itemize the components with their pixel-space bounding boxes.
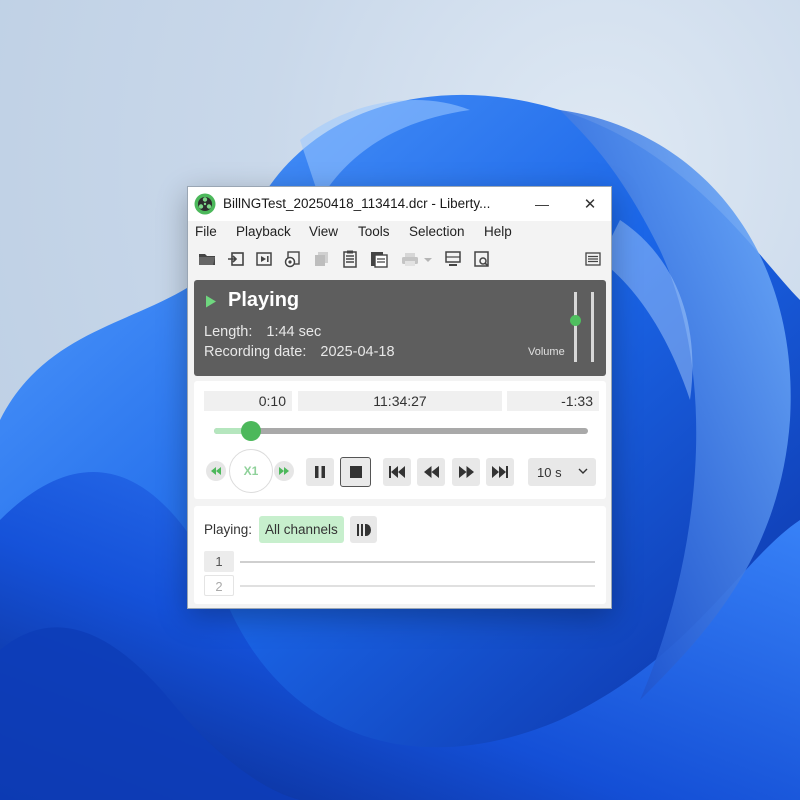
playback-state: Playing (228, 289, 300, 311)
length-info: Length: 1:44 sec (204, 324, 321, 340)
menu-view[interactable]: View (309, 224, 338, 239)
speed-up-button[interactable] (274, 461, 294, 481)
length-label: Length: (204, 324, 253, 340)
rewind-button[interactable] (417, 458, 445, 486)
channel-2-button[interactable]: 2 (204, 575, 234, 596)
app-logo-icon (194, 193, 216, 215)
clock-time: 11:34:27 (298, 391, 502, 411)
speed-down-button[interactable] (206, 461, 226, 481)
channel-1-button[interactable]: 1 (204, 551, 234, 572)
volume-slider[interactable] (574, 292, 577, 362)
forward-small-icon (279, 467, 289, 475)
pause-button[interactable] (306, 458, 334, 486)
title-bar[interactable]: BillNGTest_20250418_113414.dcr - Liberty… (188, 187, 611, 221)
channel-panel: Playing: All channels 1 2 (194, 506, 606, 604)
step-size-value: 10 s (537, 464, 562, 480)
volume-slider-handle[interactable] (570, 314, 581, 326)
toolbar (188, 245, 611, 273)
seek-slider-handle[interactable] (241, 421, 262, 441)
monitor-icon[interactable] (443, 249, 463, 269)
speed-dial[interactable]: X1 (229, 449, 273, 493)
seek-slider[interactable] (214, 421, 588, 441)
playing-label: Playing: (204, 522, 253, 537)
all-channels-button[interactable]: All channels (259, 516, 344, 543)
app-window: BillNGTest_20250418_113414.dcr - Liberty… (187, 186, 612, 609)
files-icon[interactable] (369, 249, 389, 269)
copy-icon[interactable] (312, 249, 332, 269)
skip-back-icon (389, 466, 405, 478)
status-panel: Playing Length: 1:44 sec Recording date: 2… (194, 280, 606, 376)
window-title: BillNGTest_20250418_113414.dcr - Liberty… (223, 196, 491, 211)
skip-forward-icon (492, 466, 508, 478)
skip-to-end-button[interactable] (486, 458, 514, 486)
import-icon[interactable] (226, 249, 246, 269)
dropdown-icon[interactable] (421, 249, 435, 269)
minimize-button[interactable]: — (520, 187, 564, 221)
search-document-icon[interactable] (472, 249, 492, 269)
fast-forward-icon (458, 466, 474, 478)
minimize-icon: — (535, 196, 549, 212)
play-state-icon (206, 295, 216, 308)
menu-help[interactable]: Help (484, 224, 512, 239)
close-button[interactable]: ✕ (568, 187, 612, 221)
channel-split-icon (356, 523, 371, 536)
hamburger-menu-icon[interactable] (583, 249, 603, 269)
remaining-time: -1:33 (507, 391, 599, 411)
volume-label: Volume (528, 346, 565, 358)
print-icon[interactable] (400, 249, 420, 269)
channel-mode-button[interactable] (350, 516, 377, 543)
recording-date-value: 2025-04-18 (320, 344, 395, 360)
close-icon: ✕ (583, 196, 597, 213)
step-size-select[interactable]: 10 s (528, 458, 596, 486)
recording-date-info: Recording date: 2025-04-18 (204, 344, 395, 360)
channel-2-track (240, 585, 595, 587)
length-value: 1:44 sec (266, 324, 322, 340)
stop-button[interactable] (340, 457, 371, 487)
menu-file[interactable]: File (195, 224, 217, 239)
channel-1-track (240, 561, 595, 563)
menu-playback[interactable]: Playback (236, 224, 291, 239)
volume-slider-secondary[interactable] (591, 292, 594, 362)
fast-forward-button[interactable] (452, 458, 480, 486)
skip-to-start-button[interactable] (383, 458, 411, 486)
play-to-end-icon[interactable] (254, 249, 274, 269)
pause-icon (315, 466, 325, 478)
open-folder-icon[interactable] (197, 249, 217, 269)
record-icon[interactable] (283, 249, 303, 269)
notes-icon[interactable] (340, 249, 360, 269)
chevron-down-icon (578, 468, 588, 474)
menu-selection[interactable]: Selection (409, 224, 465, 239)
rewind-small-icon (211, 467, 221, 475)
stop-icon (349, 466, 362, 478)
rewind-icon (423, 466, 439, 478)
menu-tools[interactable]: Tools (358, 224, 390, 239)
recording-date-label: Recording date: (204, 344, 307, 360)
menu-bar: File Playback View Tools Selection Help (188, 221, 611, 243)
elapsed-time: 0:10 (204, 391, 292, 411)
seek-panel: 0:10 11:34:27 -1:33 X1 10 s (194, 381, 606, 499)
